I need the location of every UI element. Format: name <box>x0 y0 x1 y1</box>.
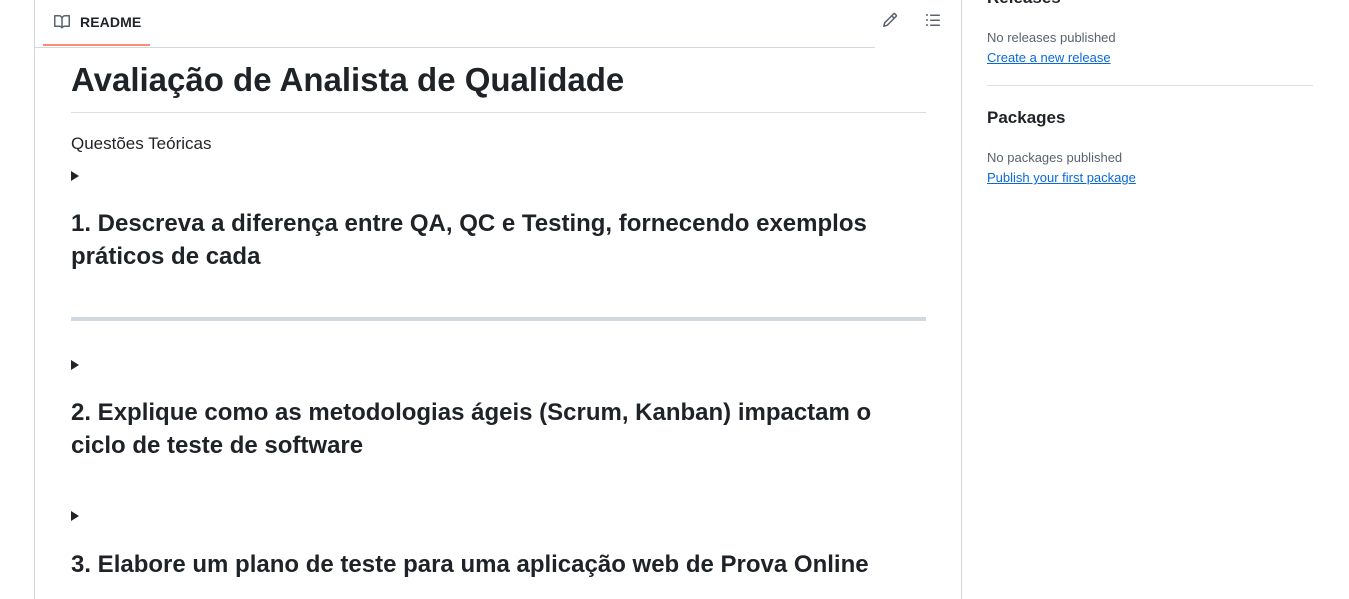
question-heading: 2. Explique como as metodologias ágeis (… <box>71 399 872 459</box>
book-icon <box>54 14 71 29</box>
create-release-link[interactable]: Create a new release <box>987 50 1111 66</box>
readme-intro: Questões Teóricas <box>71 134 212 153</box>
triangle-right-icon <box>71 360 79 370</box>
releases-status: No releases published <box>987 30 1116 45</box>
releases-heading[interactable]: Releases <box>987 0 1061 8</box>
details-toggle[interactable] <box>71 355 926 375</box>
list-unordered-icon <box>926 14 940 26</box>
page: README Avaliação de Analista de Qualidad… <box>0 0 1349 599</box>
readme-content: Avaliação de Analista de Qualidade Quest… <box>71 58 926 581</box>
tab-readme-label: README <box>80 14 142 30</box>
question-heading: 3. Elabore um plano de teste para uma ap… <box>71 551 869 578</box>
packages-heading[interactable]: Packages <box>987 107 1065 129</box>
readme-title: Avaliação de Analista de Qualidade <box>71 58 926 113</box>
packages-status: No packages published <box>987 150 1123 165</box>
section-divider <box>987 85 1313 86</box>
triangle-right-icon <box>71 171 79 181</box>
question-heading: 1. Descreva a diferença entre QA, QC e T… <box>71 210 867 270</box>
outline-button[interactable] <box>921 8 945 32</box>
triangle-right-icon <box>71 511 79 521</box>
readme-panel: README Avaliação de Analista de Qualidad… <box>34 0 962 599</box>
tab-readme[interactable]: README <box>43 0 150 46</box>
pencil-icon <box>882 12 898 28</box>
readme-header: README <box>35 0 875 48</box>
details-toggle[interactable] <box>71 166 926 186</box>
publish-package-link[interactable]: Publish your first package <box>987 170 1136 186</box>
details-toggle[interactable] <box>71 506 926 526</box>
horizontal-rule <box>71 317 926 321</box>
edit-readme-button[interactable] <box>878 8 902 32</box>
